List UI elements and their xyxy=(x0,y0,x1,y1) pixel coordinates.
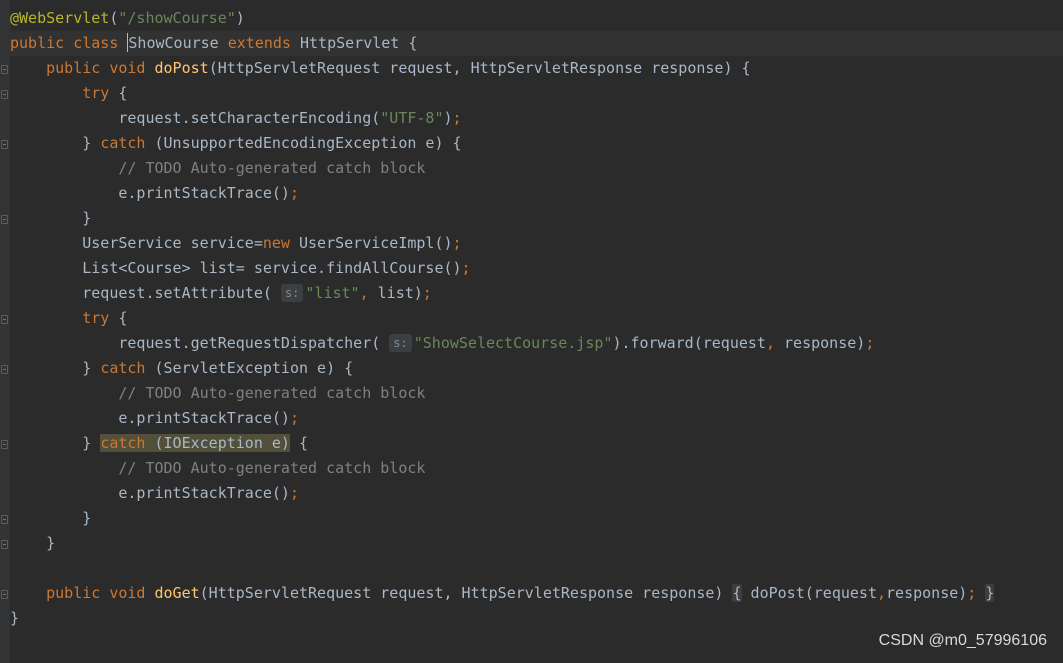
fold-marker-icon[interactable] xyxy=(1,65,8,74)
code-line[interactable]: e.printStackTrace(); xyxy=(10,406,1063,431)
code-line[interactable]: } catch (UnsupportedEncodingException e)… xyxy=(10,131,1063,156)
token-comment: // TODO Auto-generated catch block xyxy=(118,384,426,402)
token-comment: // TODO Auto-generated catch block xyxy=(118,459,426,477)
token-string: "UTF-8" xyxy=(380,109,444,127)
token-string: "/showCourse" xyxy=(118,9,236,27)
code-line[interactable]: e.printStackTrace(); xyxy=(10,481,1063,506)
code-line[interactable]: List<Course> list= service.findAllCourse… xyxy=(10,256,1063,281)
code-line[interactable]: public void doPost(HttpServletRequest re… xyxy=(10,56,1063,81)
code-line[interactable]: // TODO Auto-generated catch block xyxy=(10,456,1063,481)
token-keyword: try xyxy=(82,309,119,327)
token-keyword: catch xyxy=(100,134,155,152)
code-line[interactable]: request.setCharacterEncoding("UTF-8"); xyxy=(10,106,1063,131)
fold-marker-icon[interactable] xyxy=(1,90,8,99)
highlighted-catch-clause: catch (IOException e) xyxy=(100,434,290,452)
fold-marker-icon[interactable] xyxy=(1,540,8,549)
code-line[interactable]: } catch (IOException e) { xyxy=(10,431,1063,456)
token-keyword: public void xyxy=(46,584,155,602)
fold-marker-icon[interactable] xyxy=(1,440,8,449)
token-keyword: public void xyxy=(46,59,155,77)
token-annotation: @WebServlet xyxy=(10,9,110,27)
code-line[interactable]: @WebServlet("/showCourse") xyxy=(10,6,1063,31)
code-line[interactable]: } xyxy=(10,206,1063,231)
fold-marker-icon[interactable] xyxy=(1,315,8,324)
text-caret xyxy=(127,33,129,52)
folded-brace[interactable]: { xyxy=(732,584,742,602)
folded-brace[interactable]: } xyxy=(985,584,995,602)
token-keyword: catch xyxy=(100,359,155,377)
token-method-name: doGet xyxy=(154,584,200,602)
code-line[interactable]: try { xyxy=(10,81,1063,106)
code-line[interactable]: // TODO Auto-generated catch block xyxy=(10,381,1063,406)
token-keyword: extends xyxy=(227,34,300,52)
code-line[interactable]: public void doGet(HttpServletRequest req… xyxy=(10,581,1063,606)
code-line-current[interactable]: public class ShowCourse extends HttpServ… xyxy=(10,31,1063,56)
code-line[interactable]: // TODO Auto-generated catch block xyxy=(10,156,1063,181)
editor-gutter xyxy=(0,0,10,663)
code-line[interactable]: request.setAttribute( s: "list", list); xyxy=(10,281,1063,306)
code-line[interactable]: } xyxy=(10,531,1063,556)
fold-marker-icon[interactable] xyxy=(1,140,8,149)
token-method-name: doPost xyxy=(154,59,209,77)
code-editor[interactable]: @WebServlet("/showCourse") public class … xyxy=(0,0,1063,663)
parameter-hint: s: xyxy=(389,334,412,352)
token-string: "ShowSelectCourse.jsp" xyxy=(413,334,613,352)
code-line[interactable]: UserService service=new UserServiceImpl(… xyxy=(10,231,1063,256)
code-line[interactable]: try { xyxy=(10,306,1063,331)
code-line[interactable]: } xyxy=(10,506,1063,531)
token-keyword: try xyxy=(82,84,119,102)
token-keyword: public class xyxy=(10,34,128,52)
fold-marker-icon[interactable] xyxy=(1,365,8,374)
fold-marker-icon[interactable] xyxy=(1,215,8,224)
code-line[interactable]: e.printStackTrace(); xyxy=(10,181,1063,206)
token-comment: // TODO Auto-generated catch block xyxy=(118,159,426,177)
code-line[interactable] xyxy=(10,556,1063,581)
fold-marker-icon[interactable] xyxy=(1,515,8,524)
code-line[interactable]: } catch (ServletException e) { xyxy=(10,356,1063,381)
token-string: "list" xyxy=(305,284,360,302)
token-keyword: new xyxy=(262,234,299,252)
parameter-hint: s: xyxy=(280,284,304,302)
watermark: CSDN @m0_57996106 xyxy=(878,632,1047,649)
code-line[interactable]: request.getRequestDispatcher( s: "ShowSel… xyxy=(10,331,1063,356)
fold-marker-icon[interactable] xyxy=(1,590,8,599)
code-line[interactable]: } xyxy=(10,606,1063,631)
